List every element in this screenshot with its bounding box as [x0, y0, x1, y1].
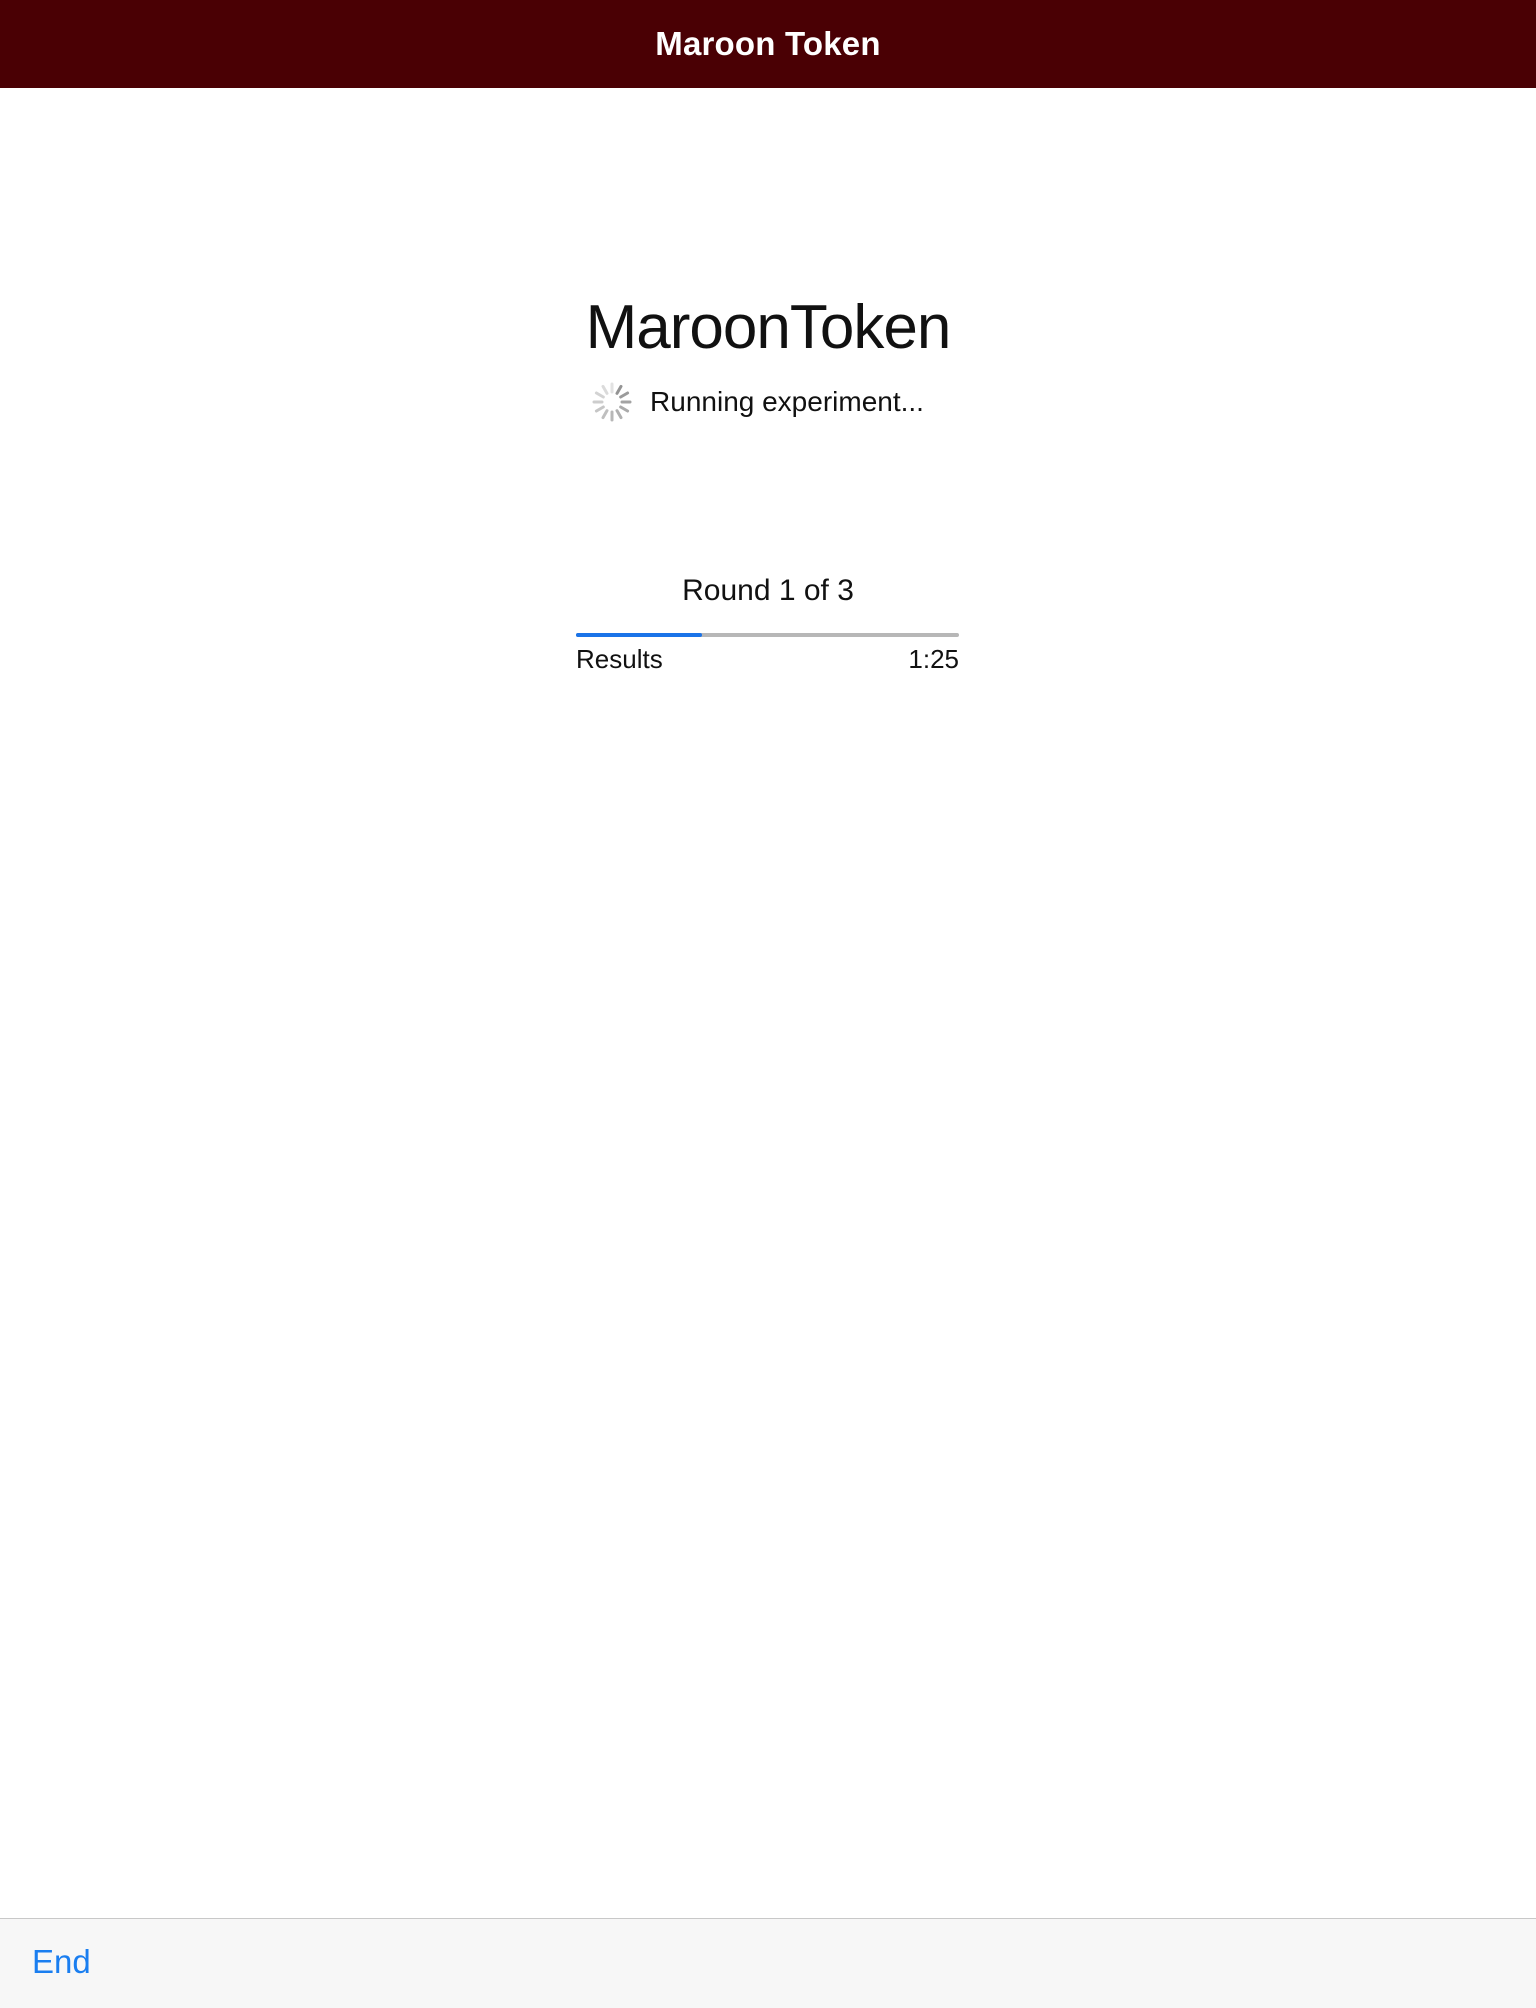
spinner-spoke [601, 409, 609, 420]
spinner-spoke [594, 405, 605, 413]
status-text: Running experiment... [650, 386, 924, 417]
navigation-bar: Maroon Token [0, 0, 1536, 88]
screen: Maroon Token MaroonToken Running experim… [0, 0, 1536, 2008]
progress-bar [576, 633, 959, 637]
nav-title: Maroon Token [655, 25, 881, 62]
round-label: Round 1 of 3 [682, 574, 854, 607]
spinner-spoke [615, 384, 623, 395]
activity-spinner-icon [592, 382, 632, 422]
bottom-toolbar: End [0, 1918, 1536, 2008]
progress-left-label: Results [576, 644, 663, 674]
spinner-spoke [619, 391, 630, 399]
app-name-heading: MaroonToken [585, 293, 952, 362]
spinner-spoke [615, 409, 623, 420]
spinner-spoke [601, 384, 609, 395]
end-button[interactable]: End [32, 1943, 91, 1981]
progress-bar-fill [576, 633, 703, 637]
spinner-spoke [619, 405, 630, 413]
spinner-spoke [594, 391, 605, 399]
status-row: Running experiment... [0, 382, 1536, 422]
progress-time-label: 1:25 [908, 644, 959, 674]
